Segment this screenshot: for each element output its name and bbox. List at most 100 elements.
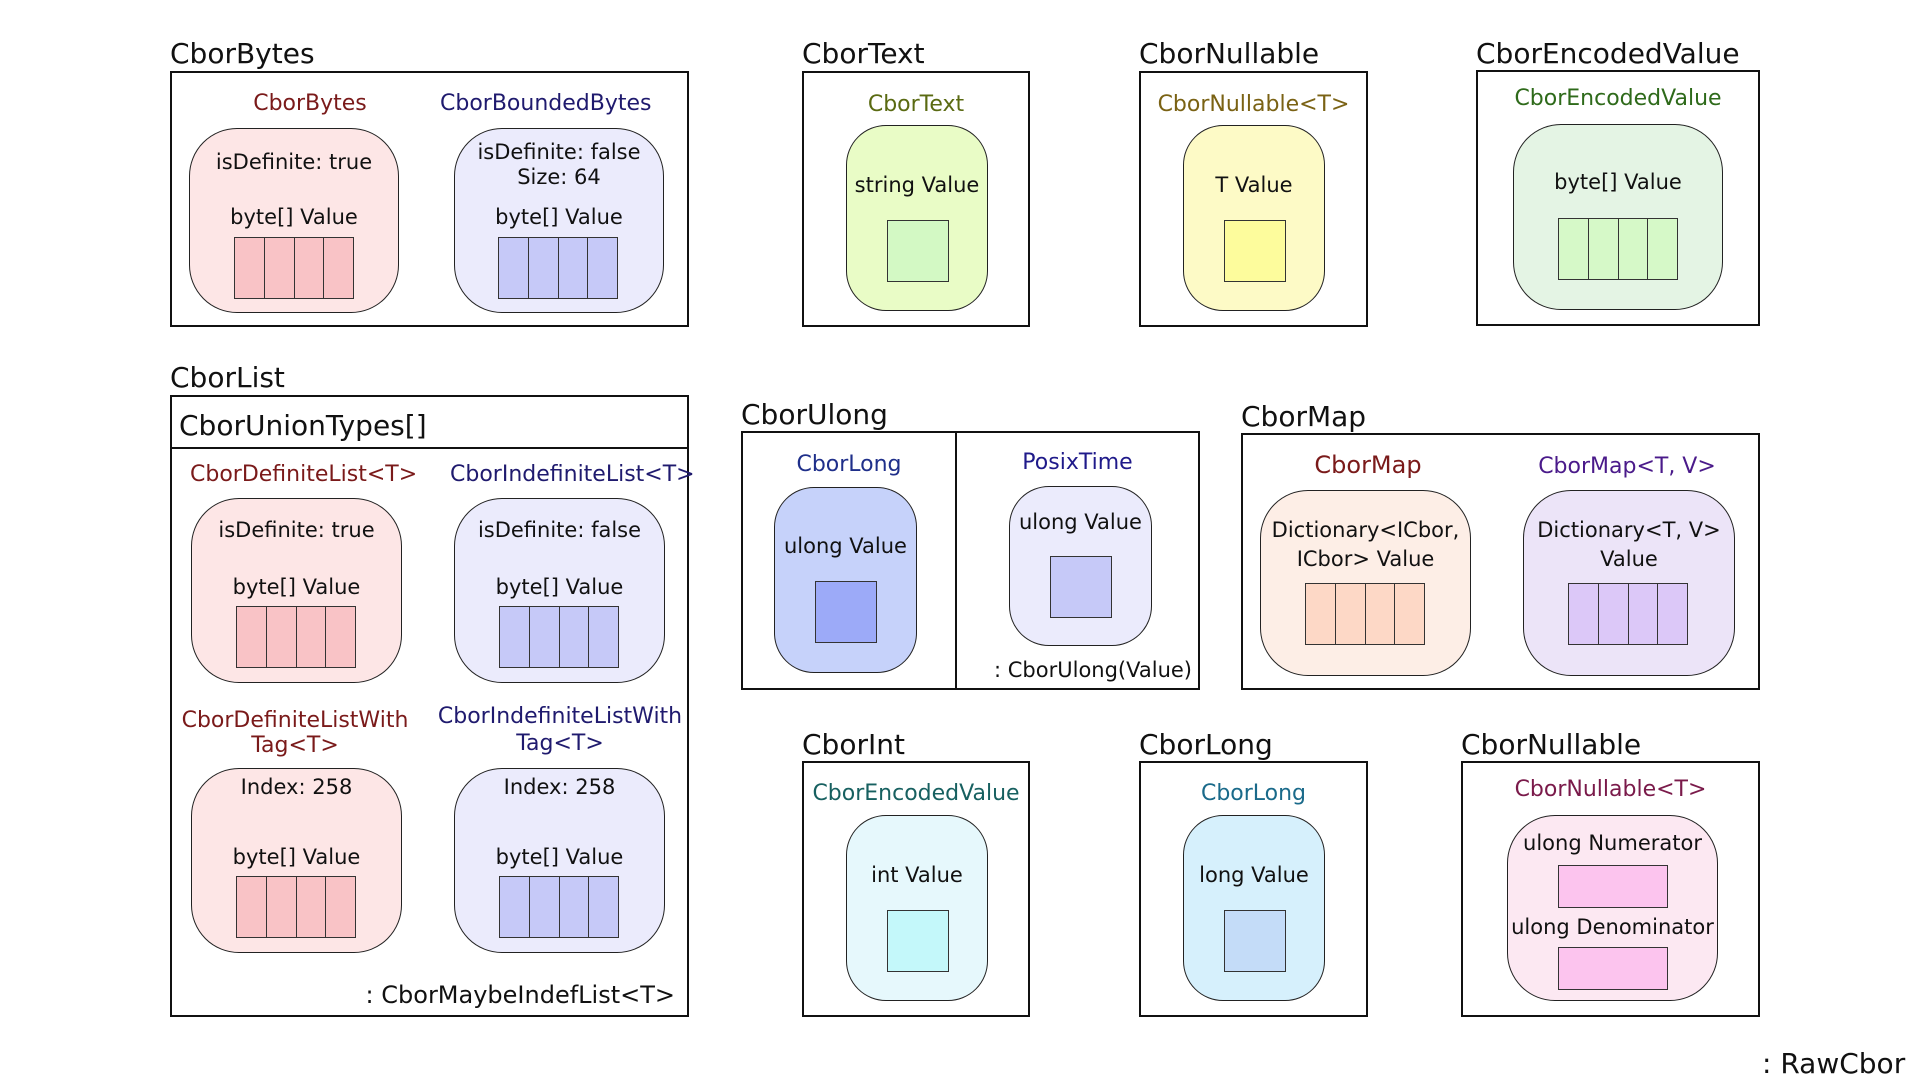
cbor-nullable-title: CborNullable (1139, 37, 1320, 70)
dictionary-label-line2: ICbor> Value (1296, 547, 1435, 571)
byte-array-cells (234, 237, 354, 299)
cbor-bytes-subtitle: CborBytes (253, 91, 367, 116)
definite-list-with-tag-card: Index: 258 byte[] Value (191, 768, 402, 953)
cbor-encoded-value-group: CborEncodedValue byte[] Value (1476, 70, 1760, 326)
is-definite-label: isDefinite: false (477, 518, 642, 542)
value-label: byte[] Value (232, 845, 361, 869)
cbor-list-title: CborList (170, 361, 285, 394)
cbor-encoded-value-card: byte[] Value (1513, 124, 1723, 310)
value-label: ulong Value (784, 534, 907, 558)
definite-list-subtitle: CborDefiniteList<T> (190, 462, 418, 487)
cbor-nullable-subtitle: CborNullable<T> (1157, 92, 1350, 117)
cbor-long-subtitle: CborLong (1200, 781, 1307, 806)
cbor-int-subtitle: CborEncodedValue (812, 781, 1020, 806)
posix-time-card: ulong Value (1009, 486, 1152, 646)
cbor-map-generic-subtitle: CborMap<T, V> (1538, 454, 1716, 479)
definite-list-card: isDefinite: true byte[] Value (191, 498, 402, 683)
cbor-text-card: string Value (846, 125, 988, 311)
cbor-map-card: Dictionary<ICbor, ICbor> Value (1260, 490, 1471, 676)
value-label: ulong Value (1019, 510, 1142, 534)
cbor-map-title: CborMap (1241, 400, 1367, 433)
cbor-union-types-header: CborUnionTypes[] (179, 409, 427, 442)
cbor-nullable-card: T Value (1183, 125, 1325, 311)
posix-time-subtitle: PosixTime (1022, 450, 1133, 475)
index-label: Index: 258 (240, 775, 353, 799)
cbor-map-generic-card: Dictionary<T, V> Value (1523, 490, 1735, 676)
byte-array-cells (1305, 583, 1425, 645)
byte-array-cells (499, 606, 619, 668)
indefinite-list-with-tag-card: Index: 258 byte[] Value (454, 768, 665, 953)
size-label: Size: 64 (517, 165, 601, 189)
is-definite-label: isDefinite: false (477, 140, 641, 164)
value-label: byte[] Value (230, 205, 358, 229)
is-definite-label: isDefinite: true (218, 518, 375, 542)
value-square (815, 581, 877, 643)
cbor-long-subtitle: CborLong (796, 452, 902, 477)
cbor-text-title: CborText (802, 37, 925, 70)
cbor-nullable-group: CborNullable<T> T Value (1139, 71, 1368, 327)
value-square (887, 220, 949, 282)
byte-array-cells (236, 606, 356, 668)
dictionary-label-line1: Dictionary<T, V> (1537, 518, 1721, 542)
definite-list-with-tag-subtitle-line2: Tag<T> (251, 733, 339, 758)
header-divider (172, 447, 687, 449)
cbor-list-inheritance-label: : CborMaybeIndefList<T> (365, 981, 675, 1009)
cbor-long-card: long Value (1183, 815, 1325, 1001)
cbor-encoded-value-subtitle: CborEncodedValue (1514, 86, 1722, 111)
cbor-bytes-card: isDefinite: true byte[] Value (189, 128, 399, 313)
value-label: byte[] Value (232, 575, 361, 599)
cbor-bounded-bytes-card: isDefinite: false Size: 64 byte[] Value (454, 128, 664, 313)
cbor-long-card: ulong Value (774, 487, 917, 673)
numerator-label: ulong Numerator (1523, 831, 1702, 855)
cbor-int-title: CborInt (802, 728, 905, 761)
value-label: string Value (854, 173, 980, 197)
cbor-nullable-rational-card: ulong Numerator ulong Denominator (1507, 815, 1718, 1001)
value-label: T Value (1215, 173, 1293, 197)
definite-list-with-tag-subtitle-line1: CborDefiniteListWith (181, 708, 409, 733)
value-label: byte[] Value (495, 845, 624, 869)
byte-array-cells (236, 876, 356, 938)
cbor-long-title: CborLong (1139, 728, 1273, 761)
numerator-bar (1558, 865, 1668, 908)
byte-array-cells (1558, 218, 1678, 280)
cbor-int-group: CborEncodedValue int Value (802, 761, 1030, 1017)
cbor-ulong-title: CborUlong (741, 398, 888, 431)
cbor-encoded-value-title: CborEncodedValue (1476, 37, 1740, 70)
raw-cbor-label: : RawCbor (1762, 1047, 1906, 1080)
cbor-nullable-rational-subtitle: CborNullable<T> (1514, 777, 1707, 802)
index-label: Index: 258 (503, 775, 616, 799)
indefinite-list-card: isDefinite: false byte[] Value (454, 498, 665, 683)
cbor-nullable-rational-group: CborNullable<T> ulong Numerator ulong De… (1461, 761, 1760, 1017)
cbor-list-group: CborUnionTypes[] CborDefiniteList<T> isD… (170, 395, 695, 1017)
value-label: byte[] Value (495, 205, 623, 229)
byte-array-cells (498, 237, 618, 299)
value-label: long Value (1199, 863, 1309, 887)
value-square (1224, 910, 1286, 972)
is-definite-label: isDefinite: true (215, 150, 373, 174)
cbor-bytes-group: CborBytes isDefinite: true byte[] Value … (170, 71, 689, 327)
cbor-ulong-group: CborLong ulong Value PosixTime ulong Val… (741, 431, 1200, 690)
cbor-text-subtitle: CborText (867, 92, 965, 117)
indefinite-list-subtitle: CborIndefiniteList<T> (450, 462, 695, 487)
cbor-map-subtitle: CborMap (1314, 451, 1422, 479)
indefinite-list-with-tag-subtitle-line2: Tag<T> (516, 731, 604, 756)
cbor-bounded-bytes-subtitle: CborBoundedBytes (440, 91, 652, 116)
cbor-int-card: int Value (846, 815, 988, 1001)
posix-time-inheritance-label: : CborUlong(Value) (994, 658, 1192, 682)
value-square (887, 910, 949, 972)
value-square (1050, 556, 1112, 618)
dictionary-label-line2: Value (1600, 547, 1658, 571)
denominator-bar (1558, 947, 1668, 990)
denominator-label: ulong Denominator (1511, 915, 1714, 939)
cbor-bytes-title: CborBytes (170, 37, 315, 70)
value-label: byte[] Value (1554, 170, 1682, 194)
cbor-long-group: CborLong long Value (1139, 761, 1368, 1017)
cbor-map-group: CborMap Dictionary<ICbor, ICbor> Value C… (1241, 433, 1760, 690)
cbor-text-group: CborText string Value (802, 71, 1030, 327)
value-label: byte[] Value (495, 575, 624, 599)
byte-array-cells (499, 876, 619, 938)
byte-array-cells (1568, 583, 1688, 645)
dictionary-label-line1: Dictionary<ICbor, (1271, 518, 1460, 542)
value-label: int Value (871, 863, 963, 887)
indefinite-list-with-tag-subtitle-line1: CborIndefiniteListWith (437, 704, 683, 729)
